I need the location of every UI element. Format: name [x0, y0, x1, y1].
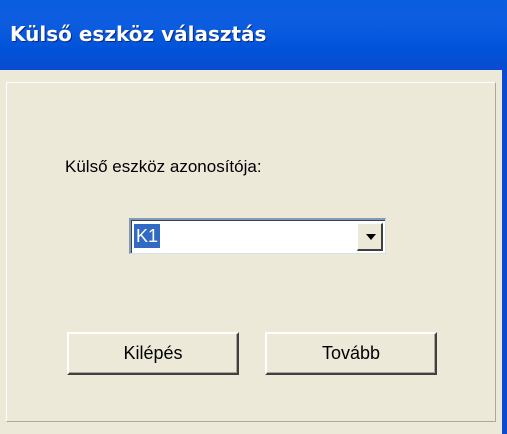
exit-button[interactable]: Kilépés [67, 332, 239, 375]
exit-button-bevel [69, 334, 237, 373]
window-title: Külső eszköz választás [10, 22, 267, 46]
device-id-label: Külső eszköz azonosítója: [65, 157, 262, 176]
chevron-down-icon [366, 234, 376, 240]
device-select-window: Külső eszköz választás Külső eszköz azon… [0, 0, 507, 434]
device-id-combobox[interactable]: K1 [129, 218, 386, 254]
title-bar[interactable]: Külső eszköz választás [0, 0, 507, 70]
next-button[interactable]: Tovább [265, 332, 437, 375]
dropdown-button[interactable] [357, 223, 383, 251]
device-id-selected-value[interactable]: K1 [134, 224, 161, 248]
next-button-bevel [267, 334, 435, 373]
combobox-field[interactable]: K1 [131, 220, 385, 253]
window-frame-edge [502, 70, 507, 434]
